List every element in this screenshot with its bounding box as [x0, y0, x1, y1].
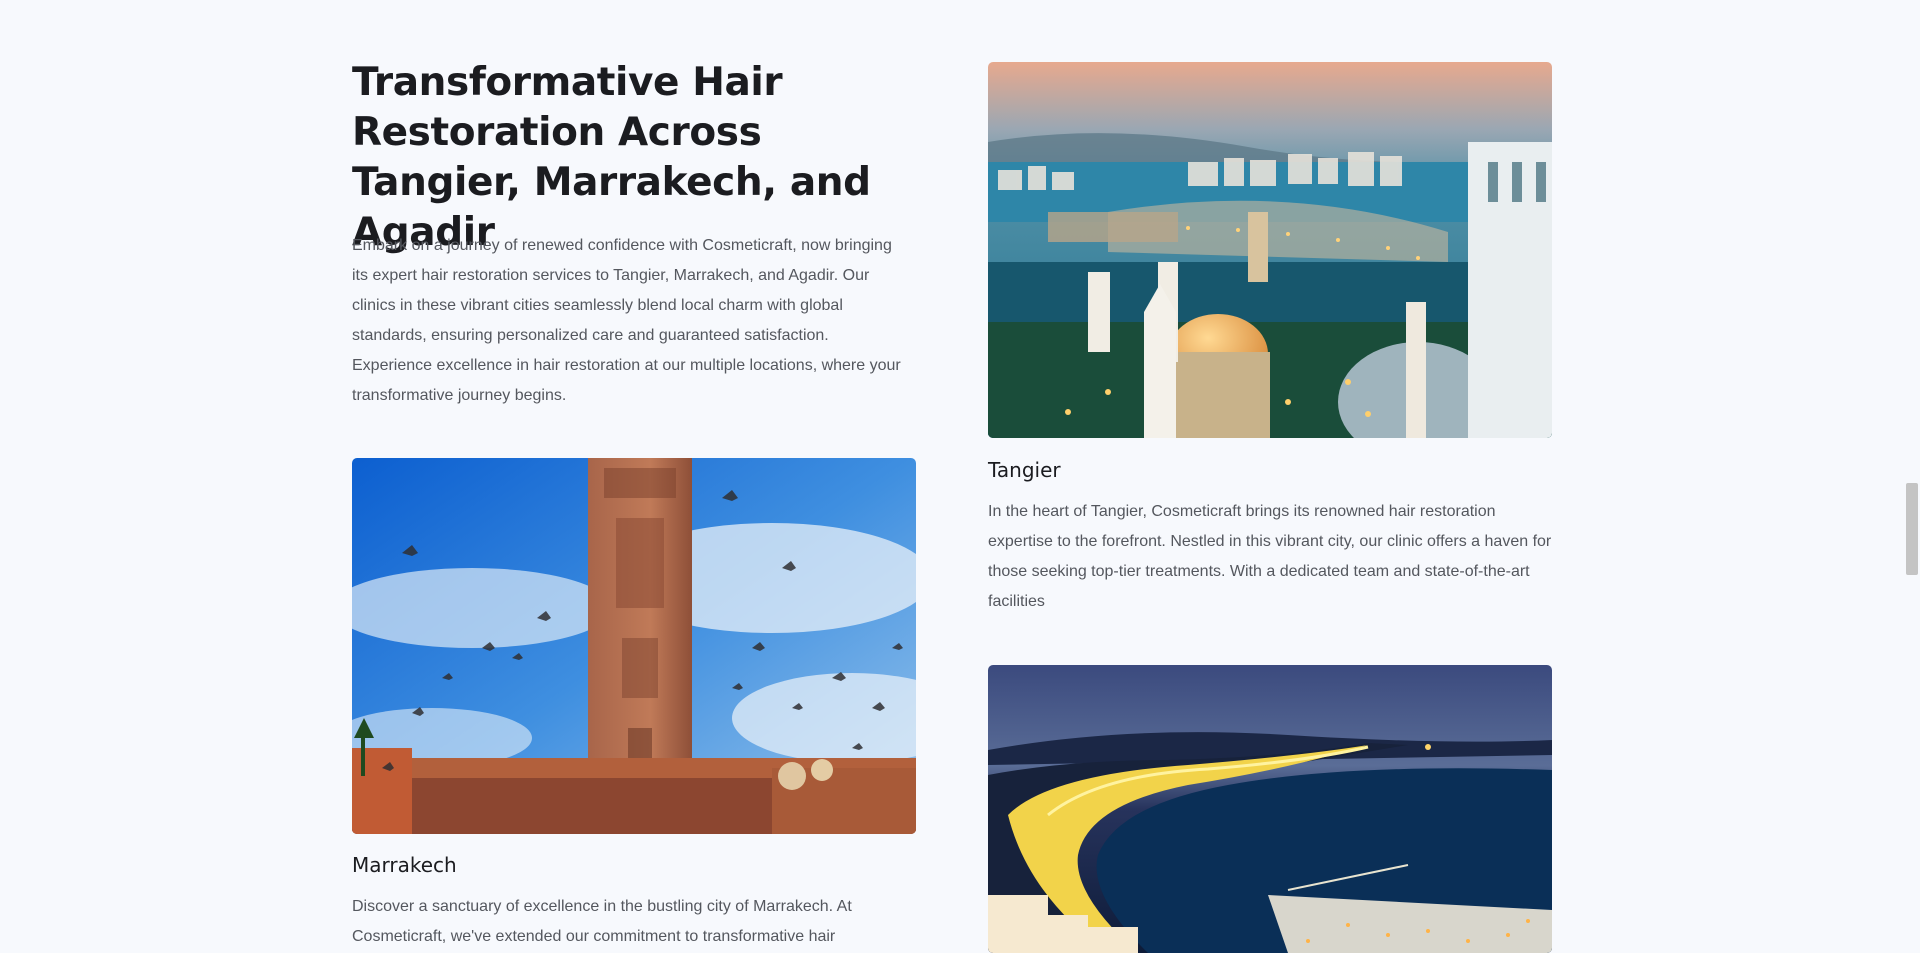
marrakech-koutoubia-photo-icon: [352, 458, 916, 834]
tangier-image: [988, 62, 1552, 438]
agadir-bay-night-photo-icon: [988, 665, 1552, 953]
tangier-title: Tangier: [988, 458, 1061, 482]
marrakech-image: [352, 458, 916, 834]
scrollbar-thumb[interactable]: [1906, 483, 1918, 575]
tangier-city-photo-icon: [988, 62, 1552, 438]
section-title: Transformative Hair Restoration Across T…: [352, 60, 871, 255]
marrakech-description: Discover a sanctuary of excellence in th…: [352, 898, 852, 945]
page: Transformative Hair Restoration Across T…: [0, 0, 1920, 953]
tangier-description: In the heart of Tangier, Cosmeticraft br…: [988, 503, 1552, 610]
agadir-image: [988, 665, 1552, 953]
marrakech-title: Marrakech: [352, 853, 457, 877]
section-intro: Embark on a journey of renewed confidenc…: [352, 237, 901, 404]
vertical-scrollbar[interactable]: [1903, 0, 1920, 953]
